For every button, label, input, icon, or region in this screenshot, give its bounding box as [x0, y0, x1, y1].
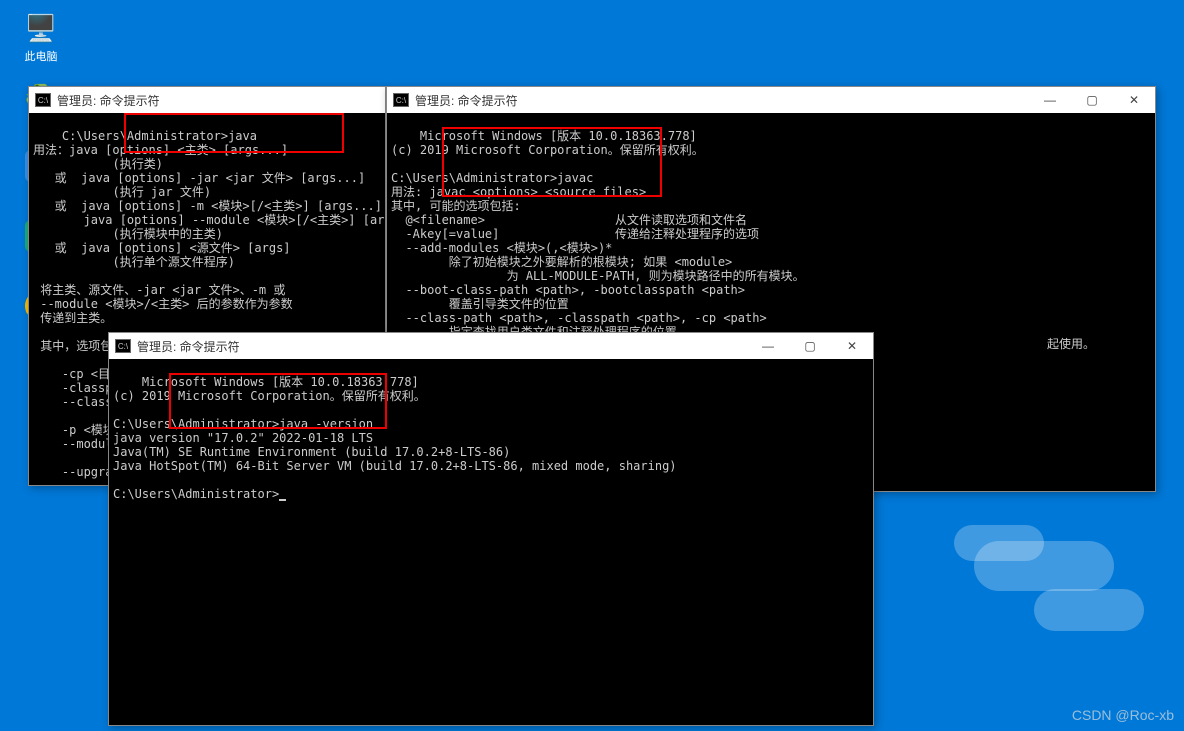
- monitor-icon: 🖥️: [23, 10, 59, 46]
- window-title: 管理员: 命令提示符: [137, 338, 240, 355]
- cmd-icon: C:\: [393, 93, 409, 107]
- close-button[interactable]: ✕: [1113, 87, 1155, 113]
- title-bar[interactable]: C:\ 管理员: 命令提示符: [29, 87, 385, 113]
- title-bar[interactable]: C:\ 管理员: 命令提示符 — ▢ ✕: [109, 333, 873, 359]
- title-bar[interactable]: C:\ 管理员: 命令提示符 — ▢ ✕: [387, 87, 1155, 113]
- cursor: [279, 499, 286, 501]
- watermark: CSDN @Roc-xb: [1072, 707, 1174, 723]
- cmd-window-java-version[interactable]: C:\ 管理员: 命令提示符 — ▢ ✕ Microsoft Windows […: [108, 332, 874, 726]
- cmd-icon: C:\: [115, 339, 131, 353]
- highlight-box: [169, 373, 387, 429]
- desktop-icon-computer[interactable]: 🖥️ 此电脑: [16, 10, 66, 64]
- maximize-button[interactable]: ▢: [1071, 87, 1113, 113]
- minimize-button[interactable]: —: [1029, 87, 1071, 113]
- minimize-button[interactable]: —: [747, 333, 789, 359]
- wallpaper-clouds: [924, 511, 1154, 651]
- terminal-output[interactable]: Microsoft Windows [版本 10.0.18363.778] (c…: [109, 359, 873, 725]
- cmd-icon: C:\: [35, 93, 51, 107]
- window-title: 管理员: 命令提示符: [57, 92, 160, 109]
- window-title: 管理员: 命令提示符: [415, 92, 518, 109]
- highlight-box: [442, 127, 662, 197]
- maximize-button[interactable]: ▢: [789, 333, 831, 359]
- close-button[interactable]: ✕: [831, 333, 873, 359]
- highlight-box: [124, 113, 344, 153]
